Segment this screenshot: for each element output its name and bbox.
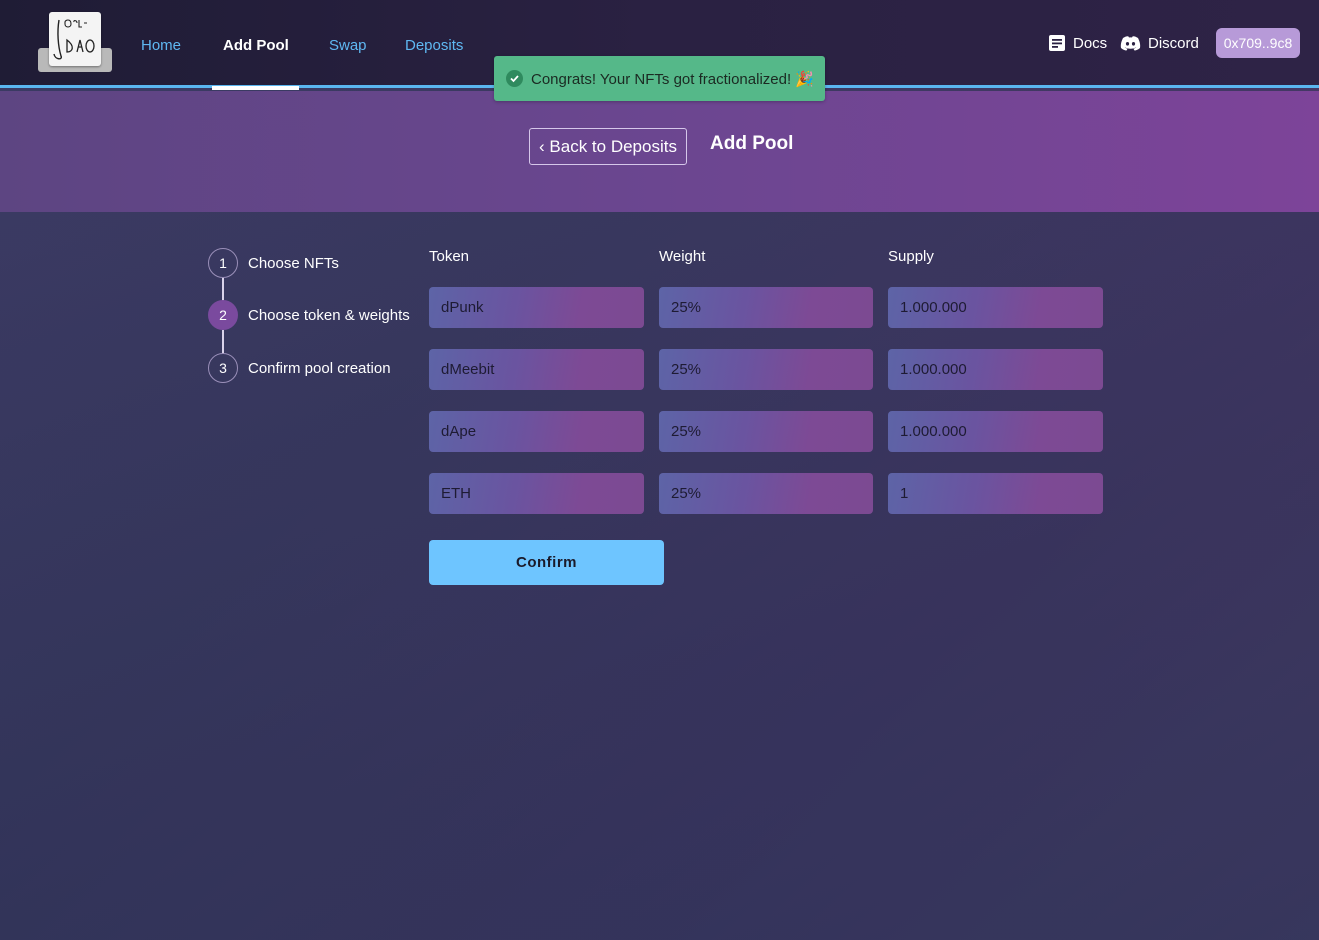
supply-input[interactable]: 1 [888, 473, 1103, 514]
confirm-button[interactable]: Confirm [429, 540, 664, 585]
column-header-weight: Weight [659, 248, 706, 265]
logo-paper [49, 12, 101, 66]
step-connector [222, 330, 224, 354]
step-label: Confirm pool creation [248, 359, 391, 377]
weight-input[interactable]: 25% [659, 349, 873, 390]
step-choose-nfts: 1 Choose NFTs [208, 248, 438, 278]
token-input[interactable]: dApe [429, 411, 644, 452]
logo[interactable] [38, 12, 112, 72]
weight-input[interactable]: 25% [659, 287, 873, 328]
token-input[interactable]: dPunk [429, 287, 644, 328]
step-confirm-pool: 3 Confirm pool creation [208, 353, 438, 383]
weight-input[interactable]: 25% [659, 411, 873, 452]
docs-link[interactable]: Docs [1048, 28, 1107, 58]
token-input[interactable]: ETH [429, 473, 644, 514]
column-header-token: Token [429, 248, 470, 265]
step-number: 3 [208, 353, 238, 383]
step-number: 1 [208, 248, 238, 278]
nav-deposits[interactable]: Deposits [405, 37, 463, 54]
step-choose-token-weights: 2 Choose token & weights [208, 300, 438, 330]
nav-home[interactable]: Home [141, 37, 181, 54]
step-connector [222, 278, 224, 302]
toast-message: Congrats! Your NFTs got fractionalized! … [531, 70, 814, 88]
back-to-deposits-button[interactable]: ‹ Back to Deposits [529, 128, 687, 165]
weight-input[interactable]: 25% [659, 473, 873, 514]
logo-drawing-icon [53, 19, 95, 60]
docs-label: Docs [1073, 34, 1108, 52]
column-header-supply: Supply [888, 248, 934, 265]
supply-input[interactable]: 1.000.000 [888, 349, 1103, 390]
nav-swap[interactable]: Swap [329, 37, 367, 54]
step-number: 2 [208, 300, 238, 330]
supply-input[interactable]: 1.000.000 [888, 411, 1103, 452]
token-input[interactable]: dMeebit [429, 349, 644, 390]
discord-link[interactable]: Discord [1120, 28, 1199, 58]
supply-input[interactable]: 1.000.000 [888, 287, 1103, 328]
active-nav-indicator [212, 86, 299, 90]
success-toast[interactable]: Congrats! Your NFTs got fractionalized! … [494, 56, 825, 101]
step-label: Choose NFTs [248, 254, 339, 272]
check-circle-icon [506, 70, 523, 87]
nav-add-pool[interactable]: Add Pool [223, 37, 289, 54]
discord-label: Discord [1148, 34, 1199, 52]
document-icon [1049, 35, 1065, 51]
wallet-address-button[interactable]: 0x709..9c8 [1216, 28, 1300, 58]
page-title: Add Pool [710, 133, 794, 154]
step-label: Choose token & weights [248, 306, 410, 324]
discord-icon [1120, 36, 1141, 51]
